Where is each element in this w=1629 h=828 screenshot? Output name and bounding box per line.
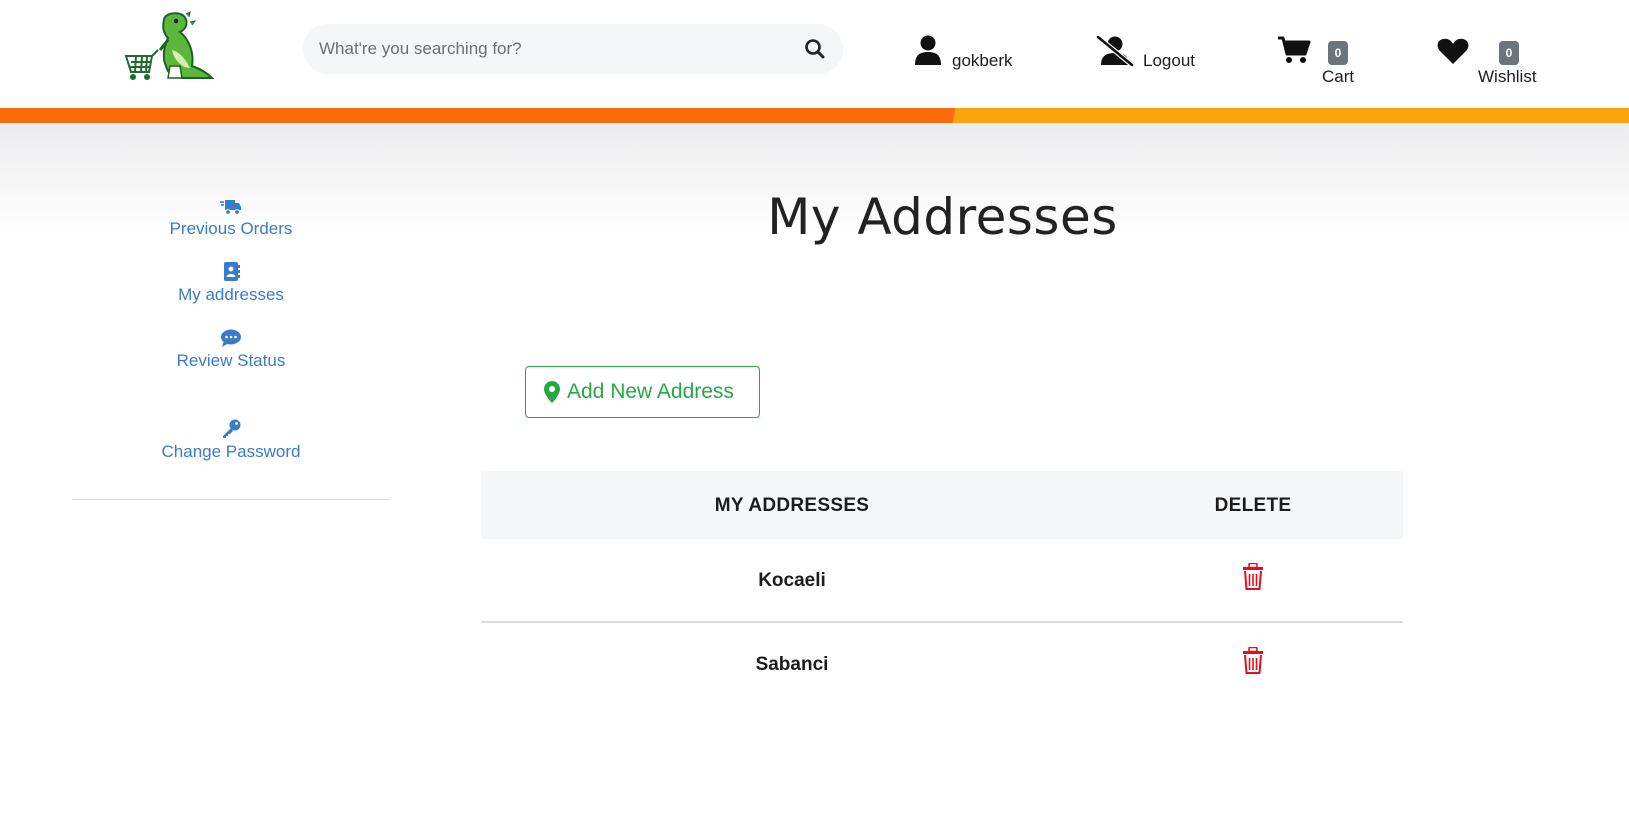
search-bar [303, 24, 843, 74]
sidebar-item-change-password[interactable]: Change Password [72, 419, 390, 462]
header-accent-stripe [0, 108, 1629, 123]
search-icon[interactable] [803, 37, 827, 61]
map-marker-icon [544, 381, 560, 403]
key-icon [223, 419, 241, 438]
heart-icon [1437, 38, 1469, 64]
trash-icon[interactable] [1242, 563, 1264, 590]
dino-logo[interactable] [124, 10, 214, 84]
add-new-address-label: Add New Address [567, 380, 734, 403]
address-name: Sabanci [755, 654, 829, 675]
username-label: gokberk [952, 51, 1013, 70]
wishlist-count-badge: 0 [1499, 41, 1519, 65]
add-new-address-button[interactable]: Add New Address [525, 366, 760, 418]
address-name: Kocaeli [758, 570, 826, 591]
table-row: Kocaeli [481, 539, 1403, 623]
address-book-icon [224, 262, 240, 281]
sidebar-item-previous-orders[interactable]: Previous Orders [72, 196, 390, 239]
cart-label: Cart [1322, 67, 1355, 86]
wishlist-label: Wishlist [1478, 67, 1537, 86]
sidebar-item-label: My addresses [178, 285, 284, 304]
sidebar-item-label: Review Status [176, 351, 286, 370]
user-icon [915, 35, 941, 65]
page-title: My Addresses [767, 188, 1118, 246]
comment-icon [221, 329, 241, 347]
cart-count-badge: 0 [1328, 41, 1348, 65]
sidebar-item-label: Previous Orders [169, 219, 293, 238]
truck-icon [220, 200, 241, 215]
user-slash-icon [1096, 35, 1134, 67]
sidebar-item-my-addresses[interactable]: My addresses [72, 262, 390, 305]
site-header: gokberk Logout 0 Cart 0 Wishlist [0, 0, 1629, 108]
sidebar-item-review-status[interactable]: Review Status [72, 328, 390, 371]
column-header-delete: DELETE [1214, 495, 1292, 516]
table-header: MY ADDRESSES DELETE [481, 471, 1403, 539]
trash-icon[interactable] [1242, 647, 1264, 674]
sidebar-item-label: Change Password [161, 442, 301, 461]
sidebar-divider [72, 499, 390, 500]
column-header-addresses: MY ADDRESSES [714, 495, 870, 516]
table-row: Sabanci [481, 623, 1403, 707]
logout-label: Logout [1143, 51, 1195, 70]
search-input[interactable] [319, 24, 789, 74]
shopping-cart-icon [1278, 36, 1311, 63]
